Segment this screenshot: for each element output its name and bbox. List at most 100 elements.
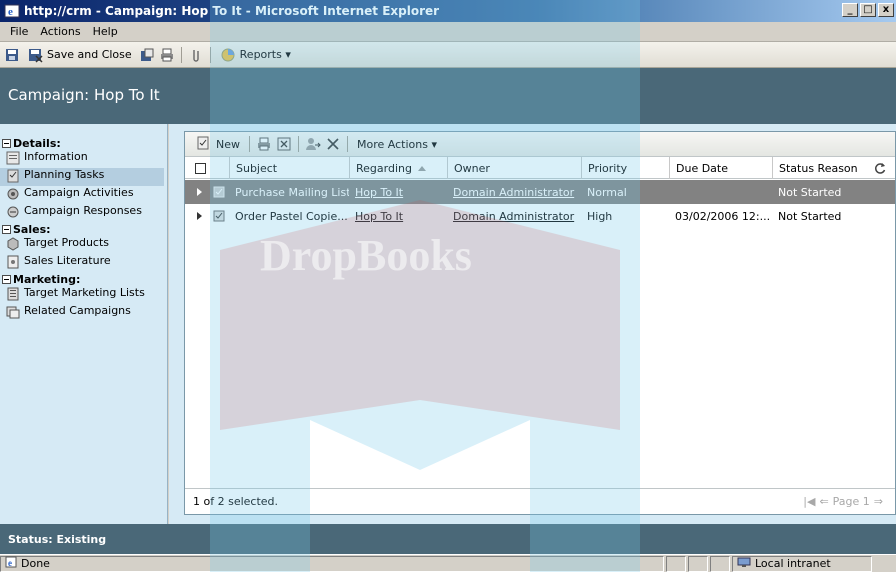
reports-button[interactable]: Reports ▾ [217,45,294,65]
subject-cell[interactable]: Order Pastel Copie... [229,204,349,228]
sales-literature-icon [6,255,20,269]
save-as-icon[interactable] [139,47,155,63]
nav-item-information[interactable]: Information [0,150,167,168]
select-all-checkbox[interactable] [195,162,206,174]
column-due-date[interactable]: Due Date [669,157,771,179]
reports-label: Reports ▾ [239,48,291,61]
nav-section-label: Marketing: [13,272,81,286]
status-pane [710,555,730,572]
regarding-link[interactable]: Hop To It [349,180,445,204]
due-date-cell [669,180,772,204]
browser-status-text: Done [21,557,50,570]
nav-section-marketing[interactable]: Marketing: [0,272,167,286]
related-campaigns-icon [6,305,20,319]
refresh-icon[interactable] [873,161,887,175]
svg-text:e: e [8,558,12,568]
status-reason-cell: Not Started [778,185,842,199]
planning-tasks-icon [6,169,20,183]
priority-cell: High [587,209,613,223]
first-page-icon[interactable]: |◀ [803,495,815,508]
nav-item-label: Information [24,150,88,163]
toolbar-separator [249,136,250,152]
owner-link[interactable]: Domain Administrator [447,204,581,228]
svg-text:e: e [8,6,13,18]
menu-bar: File Actions Help [0,22,896,42]
grid-toolbar: New More Actions ▾ [185,132,895,157]
campaign-responses-icon [6,205,20,219]
menu-help[interactable]: Help [87,25,124,38]
nav-section-details[interactable]: Details: [0,136,167,150]
pager: |◀ ⇐ Page 1 ⇒ [803,495,883,508]
toolbar-separator [209,46,211,63]
selection-count: 1 of 2 selected. [193,495,279,508]
status-pane [666,555,686,572]
collapse-icon[interactable] [2,274,11,284]
browser-status-bar: e Done Local intranet [0,554,896,572]
attach-icon[interactable] [188,47,204,63]
regarding-link[interactable]: Hop To It [349,204,445,228]
page-done-icon: e [5,556,17,571]
left-navigation: Details: Information Planning Tasks Camp… [0,124,168,524]
close-button[interactable]: x [878,3,894,17]
minimize-button[interactable]: _ [842,3,858,17]
nav-item-label: Sales Literature [24,254,111,267]
table-row[interactable]: Order Pastel Copie... Hop To It Domain A… [185,204,895,228]
column-status-reason[interactable]: Status Reason [772,157,872,179]
next-page-icon[interactable]: ⇒ [874,495,883,508]
information-icon [6,151,20,165]
nav-item-campaign-activities[interactable]: Campaign Activities [0,186,167,204]
column-regarding[interactable]: Regarding [349,157,443,179]
nav-item-label: Campaign Responses [24,204,142,217]
save-and-close-label: Save and Close [47,48,132,61]
select-all-checkbox-cell[interactable] [191,157,206,179]
task-icon [207,180,227,204]
new-button[interactable]: New [193,134,243,154]
export-excel-icon[interactable] [276,136,292,152]
window-title-bar[interactable]: e http://crm - Campaign: Hop To It - Mic… [0,0,896,22]
nav-item-campaign-responses[interactable]: Campaign Responses [0,204,167,222]
column-subject[interactable]: Subject [229,157,349,179]
nav-section-label: Sales: [13,222,51,236]
target-products-icon [6,237,20,251]
menu-file[interactable]: File [4,25,34,38]
record-status: Status: Existing [8,532,107,546]
browser-status: e Done [0,555,664,572]
collapse-icon[interactable] [2,138,11,148]
subject-cell[interactable]: Purchase Mailing List [229,180,349,204]
nav-item-label: Related Campaigns [24,304,131,317]
previous-page-icon[interactable]: ⇐ [819,495,828,508]
assign-icon[interactable] [305,136,321,152]
save-icon[interactable] [4,47,20,63]
print-icon[interactable] [256,136,272,152]
nav-item-target-products[interactable]: Target Products [0,236,167,254]
owner-link[interactable]: Domain Administrator [447,180,581,204]
nav-section-sales[interactable]: Sales: [0,222,167,236]
toolbar-separator [180,46,182,63]
nav-item-related-campaigns[interactable]: Related Campaigns [0,304,167,322]
security-zone-label: Local intranet [755,557,831,570]
nav-item-target-marketing-lists[interactable]: Target Marketing Lists [0,286,167,304]
nav-item-planning-tasks[interactable]: Planning Tasks [0,168,164,186]
save-close-icon [27,47,43,63]
delete-icon[interactable] [325,136,341,152]
new-task-icon [196,136,212,152]
save-and-close-button[interactable]: Save and Close [24,45,135,65]
nav-item-sales-literature[interactable]: Sales Literature [0,254,167,272]
menu-actions[interactable]: Actions [34,25,86,38]
record-status-bar: Status: Existing [0,524,896,554]
column-owner[interactable]: Owner [447,157,579,179]
more-actions-button[interactable]: More Actions ▾ [354,136,440,153]
due-date-cell: 03/02/2006 12:... [675,209,771,223]
table-row[interactable]: Purchase Mailing List Hop To It Domain A… [185,180,895,204]
toolbar-separator [347,136,348,152]
row-expand-icon[interactable] [191,180,207,204]
maximize-button[interactable]: □ [860,3,876,17]
reports-icon [220,47,236,63]
grid-footer: 1 of 2 selected. |◀ ⇐ Page 1 ⇒ [185,488,895,514]
row-expand-icon[interactable] [191,204,207,228]
column-regarding-label: Regarding [356,161,412,175]
collapse-icon[interactable] [2,224,11,234]
new-label: New [216,137,240,151]
column-priority[interactable]: Priority [581,157,667,179]
print-icon[interactable] [159,47,175,63]
